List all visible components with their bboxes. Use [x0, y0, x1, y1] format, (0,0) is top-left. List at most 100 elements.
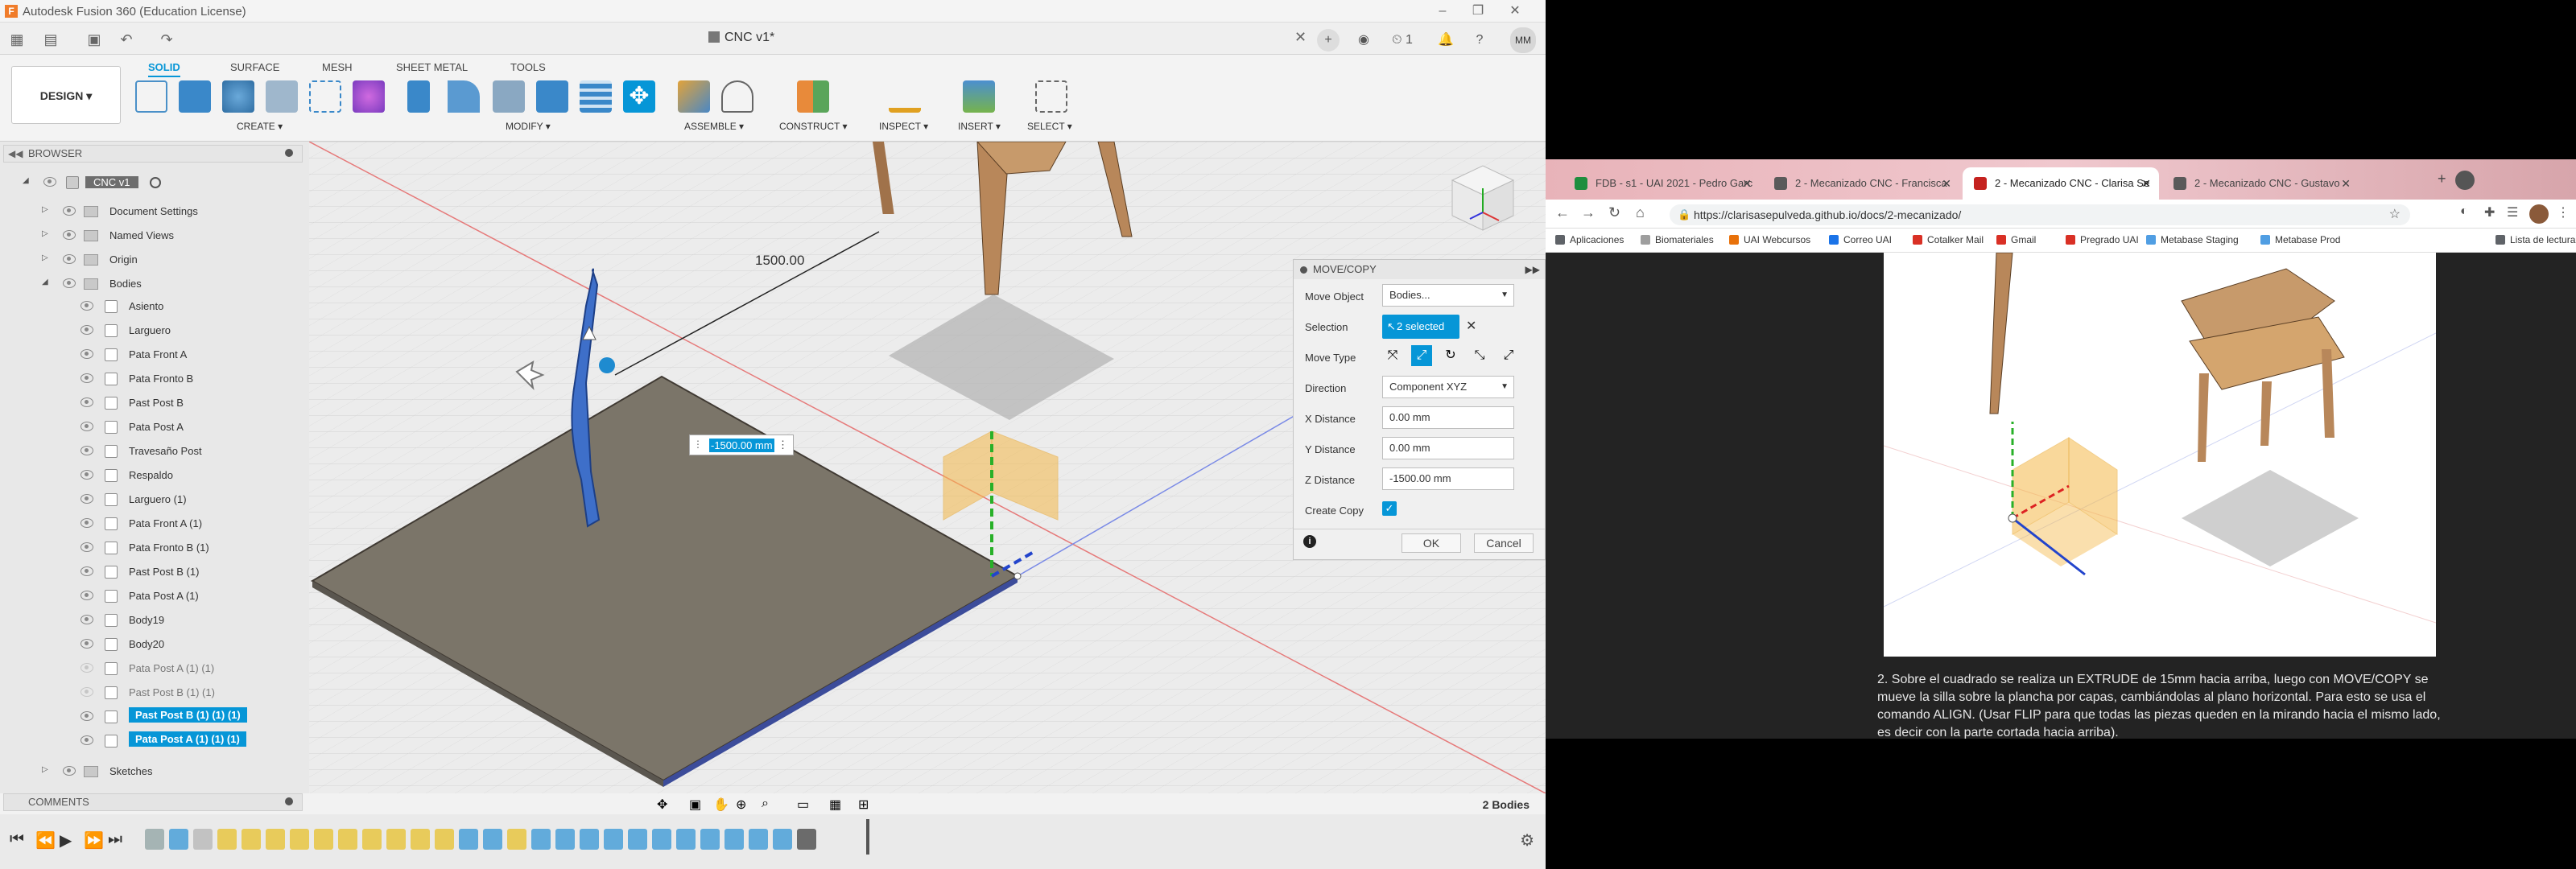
timeline-feature-icon[interactable] — [266, 829, 285, 850]
timeline-feature-icon[interactable] — [724, 829, 744, 850]
timeline-feature-icon[interactable] — [217, 829, 237, 850]
visibility-icon[interactable] — [80, 687, 93, 697]
timeline-feature-icon[interactable] — [555, 829, 575, 850]
tab-tools[interactable]: TOOLS — [510, 61, 546, 73]
body-item[interactable]: Respaldo — [0, 463, 309, 488]
timeline-feature-icon[interactable] — [749, 829, 768, 850]
visibility-icon[interactable] — [63, 230, 76, 240]
browser-tab[interactable]: 2 - Mecanizado CNC - Gustavo ✕ — [2162, 167, 2359, 200]
redo-icon[interactable]: ↷ — [158, 31, 175, 48]
timeline-marker[interactable] — [866, 819, 869, 855]
tree-item[interactable]: ◢ Bodies — [0, 272, 309, 296]
reading-list-icon[interactable]: ☰ — [2507, 204, 2518, 220]
bookmark-item[interactable]: UAI Webcursos — [1729, 234, 1810, 245]
visibility-icon[interactable] — [80, 494, 93, 504]
timeline-feature-icon[interactable] — [145, 829, 164, 850]
body-item[interactable]: Past Post B (1) (1) (1) — [0, 705, 309, 729]
move-copy-icon[interactable]: ✥ — [623, 80, 655, 113]
hole-icon[interactable] — [266, 80, 298, 113]
extension-icon[interactable]: ◐ — [2460, 204, 2468, 219]
restore-icon[interactable]: ❐ — [1470, 3, 1486, 19]
timeline-next-icon[interactable]: ⏩ — [84, 830, 104, 850]
viewports-icon[interactable]: ⊞ — [858, 797, 869, 813]
body-item[interactable]: Past Post B (1) (1) — [0, 681, 309, 705]
visibility-icon[interactable] — [80, 446, 93, 455]
tab-solid[interactable]: SOLID — [148, 61, 180, 77]
tree-item-sketches[interactable]: ▷ Sketches — [0, 760, 309, 784]
create-copy-checkbox[interactable]: ✓ — [1382, 501, 1397, 516]
timeline-feature-icon[interactable] — [314, 829, 333, 850]
body-item[interactable]: Pata Post A (1) — [0, 584, 309, 608]
notifications-icon[interactable]: 🔔 — [1435, 29, 1457, 51]
pattern-icon[interactable] — [309, 80, 341, 113]
fillet-icon[interactable] — [448, 80, 480, 113]
body-item[interactable]: Pata Front A — [0, 343, 309, 367]
timeline-feature-icon[interactable] — [507, 829, 526, 850]
cancel-button[interactable]: Cancel — [1474, 533, 1534, 553]
tab-close-icon[interactable]: ✕ — [2141, 167, 2151, 200]
clear-selection-icon[interactable]: ✕ — [1466, 318, 1476, 334]
visibility-icon[interactable] — [80, 591, 93, 600]
timeline-feature-icon[interactable] — [290, 829, 309, 850]
shell-icon[interactable] — [493, 80, 525, 113]
timeline-feature-icon[interactable] — [459, 829, 478, 850]
direction-select[interactable]: Component XYZ ▼ — [1382, 376, 1514, 398]
visibility-icon[interactable] — [80, 325, 93, 335]
group-select[interactable]: SELECT ▾ — [1027, 121, 1072, 132]
body-item[interactable]: Asiento — [0, 294, 309, 319]
timeline-feature-icon[interactable] — [773, 829, 792, 850]
timeline-feature-icon[interactable] — [652, 829, 671, 850]
body-item[interactable]: Body19 — [0, 608, 309, 632]
body-item[interactable]: Larguero (1) — [0, 488, 309, 512]
file-menu-icon[interactable]: ▤ — [42, 31, 60, 48]
body-item[interactable]: Past Post B — [0, 391, 309, 415]
reload-icon[interactable]: ↻ — [1608, 204, 1620, 221]
timeline-feature-icon[interactable] — [242, 829, 261, 850]
body-item[interactable]: Pata Front A (1) — [0, 512, 309, 536]
visibility-icon[interactable] — [80, 663, 93, 673]
timeline-feature-icon[interactable] — [338, 829, 357, 850]
group-construct[interactable]: CONSTRUCT ▾ — [779, 121, 847, 132]
tab-sheet-metal[interactable]: SHEET METAL — [396, 61, 468, 73]
timeline-feature-icon[interactable] — [362, 829, 382, 850]
close-tab-icon[interactable]: ✕ — [1294, 29, 1307, 46]
timeline-feature-icon[interactable] — [628, 829, 647, 850]
expand-arrow-icon[interactable]: ▷ — [42, 205, 50, 214]
bookmark-item[interactable]: Lista de lectura — [2496, 234, 2575, 245]
visibility-icon[interactable] — [63, 254, 76, 264]
split-body-icon[interactable] — [580, 80, 612, 113]
visibility-icon[interactable] — [80, 711, 93, 721]
tab-search-icon[interactable] — [2455, 171, 2475, 190]
expand-arrow-icon[interactable]: ▷ — [42, 229, 50, 238]
body-item[interactable]: Past Post B (1) — [0, 560, 309, 584]
timeline-end-icon[interactable]: ⏭ — [108, 830, 122, 849]
bookmark-item[interactable]: Metabase Prod — [2260, 234, 2340, 245]
timeline-feature-icon[interactable] — [435, 829, 454, 850]
point-to-point-icon[interactable]: ⤡ — [1469, 345, 1490, 366]
document-tab[interactable]: CNC v1* — [708, 31, 774, 50]
help-icon[interactable]: ? — [1468, 29, 1491, 51]
visibility-icon[interactable] — [80, 518, 93, 528]
bookmark-star-icon[interactable]: ☆ — [2389, 204, 2401, 225]
timeline-start-icon[interactable]: ⏮ — [10, 830, 24, 849]
chrome-menu-icon[interactable]: ⋮ — [2557, 204, 2570, 220]
visibility-icon[interactable] — [80, 542, 93, 552]
expand-arrow-icon[interactable]: ◢ — [42, 278, 50, 286]
point-to-position-icon[interactable]: ⤢ — [1498, 345, 1519, 366]
close-window-icon[interactable]: ✕ — [1507, 3, 1523, 19]
body-item[interactable]: Body20 — [0, 632, 309, 657]
extensions-icon[interactable]: ◉ — [1352, 29, 1375, 51]
x-distance-input[interactable]: 0.00 mm — [1382, 406, 1514, 429]
info-icon[interactable]: i — [1303, 535, 1316, 548]
body-item[interactable]: Pata Fronto B — [0, 367, 309, 391]
bookmark-item[interactable]: Metabase Staging — [2146, 234, 2239, 245]
visibility-icon[interactable] — [80, 735, 93, 745]
tab-surface[interactable]: SURFACE — [230, 61, 279, 73]
tree-item[interactable]: ▷ Named Views — [0, 224, 309, 248]
forward-icon[interactable]: → — [1581, 204, 1596, 221]
pan-icon[interactable]: ✋ — [713, 797, 729, 813]
timeline-feature-icon[interactable] — [531, 829, 551, 850]
group-assemble[interactable]: ASSEMBLE ▾ — [684, 121, 744, 132]
y-distance-input[interactable]: 0.00 mm — [1382, 437, 1514, 459]
offset-plane-icon[interactable] — [797, 80, 829, 113]
